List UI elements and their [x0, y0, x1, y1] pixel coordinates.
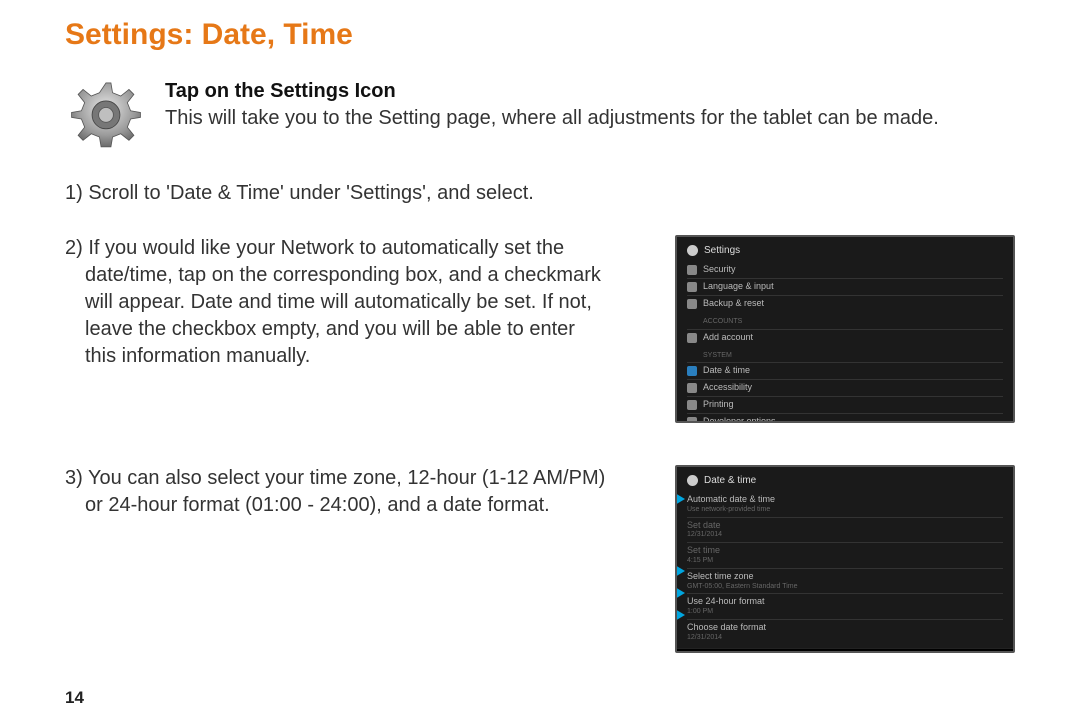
- step-3-line1: 3) You can also select your time zone, 1…: [65, 467, 605, 489]
- t1-item: Security: [703, 265, 736, 275]
- tablet-screenshot-settings: Settings Security Language & input Backu…: [675, 235, 1015, 423]
- clock-icon: [687, 366, 697, 376]
- t2-item: Use 24-hour format: [687, 596, 765, 606]
- step-2-line5: this information manually.: [65, 343, 653, 370]
- hand-icon: [687, 383, 697, 393]
- t2-sub: GMT-05:00, Eastern Standard Time: [687, 583, 1003, 591]
- intro-heading: Tap on the Settings Icon: [165, 80, 1015, 103]
- gear-icon: [687, 475, 698, 486]
- refresh-icon: [687, 299, 697, 309]
- step-2-line4: leave the checkbox empty, and you will b…: [65, 316, 653, 343]
- t2-item: Select time zone: [687, 571, 754, 581]
- shield-icon: [687, 265, 697, 275]
- tablet-screenshot-datetime: Date & time Automatic date & time Use net…: [675, 465, 1015, 653]
- settings-gear-icon: [65, 78, 147, 160]
- pointer-icon: [675, 587, 685, 599]
- t2-item: Choose date format: [687, 622, 766, 632]
- step-2-line2: date/time, tap on the corresponding box,…: [65, 262, 653, 289]
- t1-item: Backup & reset: [703, 299, 764, 309]
- t1-item: Printing: [703, 400, 734, 410]
- page-number: 14: [65, 688, 84, 708]
- t2-sub: Use network-provided time: [687, 506, 1003, 514]
- braces-icon: [687, 417, 697, 423]
- t1-item: Add account: [703, 333, 753, 343]
- t2-sub: 12/31/2014: [687, 634, 1003, 642]
- plus-icon: [687, 333, 697, 343]
- globe-icon: [687, 282, 697, 292]
- step-3: 3) You can also select your time zone, 1…: [65, 465, 1015, 653]
- t1-item: Language & input: [703, 282, 774, 292]
- t2-sub: 1:00 PM: [687, 608, 1003, 616]
- t1-section: ACCOUNTS: [703, 318, 742, 326]
- t2-sub: 12/31/2014: [687, 531, 1003, 539]
- tablet1-title: Settings: [704, 245, 740, 256]
- t1-item: Accessibility: [703, 383, 752, 393]
- t2-sub: 4:15 PM: [687, 557, 1003, 565]
- intro-block: Tap on the Settings Icon This will take …: [65, 78, 1015, 160]
- t2-item: Set date: [687, 520, 721, 530]
- page-title: Settings: Date, Time: [65, 18, 1015, 52]
- step-3-line2: or 24-hour format (01:00 - 24:00), and a…: [65, 492, 653, 519]
- step-2: 2) If you would like your Network to aut…: [65, 235, 1015, 423]
- printer-icon: [687, 400, 697, 410]
- pointer-icon: [675, 565, 685, 577]
- t2-item: Automatic date & time: [687, 494, 775, 504]
- tablet-navbar: ◅ ○ ☐ ◻ ⋮: [677, 648, 1013, 653]
- t1-section: SYSTEM: [703, 352, 732, 360]
- step-1: 1) Scroll to 'Date & Time' under 'Settin…: [65, 180, 1015, 207]
- t2-item: Set time: [687, 545, 720, 555]
- step-1-text: 1) Scroll to 'Date & Time' under 'Settin…: [65, 182, 534, 204]
- step-2-line3: will appear. Date and time will automati…: [65, 289, 653, 316]
- pointer-icon: [675, 609, 685, 621]
- tablet2-title: Date & time: [704, 475, 756, 486]
- pointer-icon: [675, 493, 685, 505]
- step-2-line1: 2) If you would like your Network to aut…: [65, 237, 564, 259]
- t1-item: Date & time: [703, 366, 750, 376]
- gear-icon: [687, 245, 698, 256]
- t1-item: Developer options: [703, 417, 776, 423]
- intro-body: This will take you to the Setting page, …: [165, 105, 1015, 132]
